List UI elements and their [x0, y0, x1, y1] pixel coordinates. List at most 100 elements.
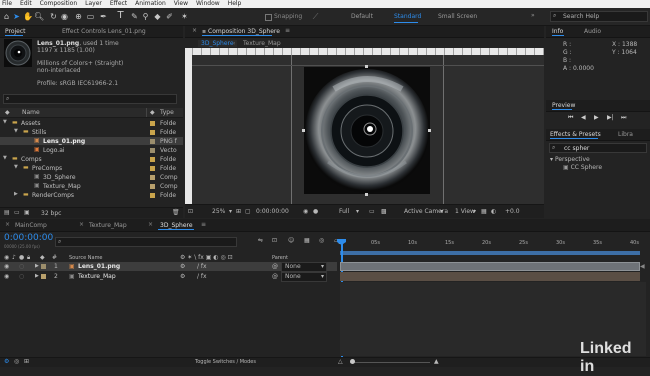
layer-handle-right[interactable]	[428, 129, 431, 132]
tab-audio[interactable]: Audio	[584, 28, 601, 35]
pan-behind-tool-icon[interactable]: ⊕	[74, 12, 83, 21]
effects-item[interactable]: ▣ CC Sphere	[563, 164, 602, 171]
trash-icon[interactable]: 🗑︎	[172, 209, 180, 216]
menu-item-animation[interactable]: Animation	[135, 0, 166, 8]
chevron-down-icon[interactable]: ▼	[3, 119, 7, 125]
search-help-field[interactable]: ⌕ Search Help	[550, 11, 648, 22]
transparency-icon[interactable]: ▩	[381, 208, 387, 215]
new-folder-icon[interactable]: ▭	[14, 209, 20, 216]
label-swatch[interactable]	[150, 184, 155, 189]
parent-dropdown[interactable]: None ▾	[281, 262, 327, 272]
toggle-switches-modes[interactable]: Toggle Switches / Modes	[195, 359, 256, 365]
play-icon[interactable]: ▶	[594, 114, 599, 121]
transfer-controls-icon[interactable]: ◎	[14, 358, 19, 365]
pickwhip-icon[interactable]: @	[272, 263, 278, 270]
tab-info[interactable]: Info	[552, 28, 563, 35]
tab-effect-controls[interactable]: Effect Controls Lens_01.png	[62, 28, 146, 35]
switch-shy-icon[interactable]: ⚙	[180, 263, 185, 270]
pen-tool-icon[interactable]: ✒	[99, 12, 108, 21]
snap-options-icon[interactable]: ⟋	[311, 12, 320, 21]
in-out-icon[interactable]: ⊞	[24, 358, 29, 365]
frame-blending-icon[interactable]: ▦	[304, 237, 310, 244]
tab-preview[interactable]: Preview	[552, 102, 575, 109]
close-icon[interactable]: ×	[79, 221, 84, 228]
grid-icon[interactable]: ⊞	[236, 208, 241, 215]
column-type[interactable]: Type	[160, 109, 174, 116]
subtab-texture-map[interactable]: Texture_Map	[243, 40, 281, 47]
project-item[interactable]: ▼ ▬ PreComps Folde	[0, 164, 183, 172]
column-source-name[interactable]: Source Name	[69, 255, 103, 261]
tab-effects-presets[interactable]: Effects & Presets	[550, 131, 601, 138]
switch-fx-icon[interactable]: / fx	[197, 273, 207, 280]
always-preview-icon[interactable]: ⊡	[188, 208, 193, 215]
close-icon[interactable]: ×	[192, 27, 197, 34]
layer-handle-left[interactable]	[302, 129, 305, 132]
switch-shy-icon[interactable]: ⚙	[180, 273, 185, 280]
snapping-checkbox[interactable]	[265, 14, 272, 21]
label-swatch[interactable]	[150, 139, 155, 144]
home-icon[interactable]: ⌂	[2, 12, 11, 21]
time-ruler[interactable]: 0s05s10s15s20s25s30s35s40s	[338, 239, 644, 251]
project-item[interactable]: ▣ Lens_01.png PNG f	[0, 137, 183, 145]
subtab-3d-sphere[interactable]: 3D_Sphere	[198, 40, 237, 47]
eye-icon[interactable]: ◉	[4, 263, 9, 270]
work-area-bar[interactable]	[340, 251, 640, 255]
tab-libraries[interactable]: Libra	[618, 131, 633, 138]
project-item[interactable]: ▼ ▬ Assets Folde	[0, 119, 183, 127]
close-icon[interactable]: ×	[148, 221, 153, 228]
reset-exposure-icon[interactable]: ◐	[491, 208, 496, 215]
column-name[interactable]: Name	[22, 109, 40, 116]
zoom-in-icon[interactable]: ▲	[434, 358, 439, 365]
layer-handle-bottom[interactable]	[365, 193, 368, 196]
chevron-right-icon[interactable]: ▶	[35, 273, 39, 279]
tab-maincomp[interactable]: MainComp	[15, 222, 47, 229]
views-dropdown[interactable]: 1 View	[455, 208, 475, 215]
roto-brush-tool-icon[interactable]: ✐	[165, 12, 174, 21]
project-item[interactable]: ▶ ▬ RenderComps Folde	[0, 191, 183, 199]
label-swatch[interactable]	[150, 121, 155, 126]
layer-handle-top[interactable]	[365, 65, 368, 68]
mask-icon[interactable]: ▢	[245, 208, 251, 215]
zoom-tool-icon[interactable]: 🔍︎	[34, 12, 44, 21]
previous-frame-icon[interactable]: ◀	[581, 114, 586, 121]
current-time[interactable]: 0:00:00:00	[256, 208, 289, 215]
menu-item-help[interactable]: Help	[228, 0, 242, 8]
layer-row[interactable]: ◉ ○ ▶ 2 ▣ Texture_Map ⚙ / fx @ None ▾	[0, 272, 337, 282]
tab-composition[interactable]: ▪ Composition 3D_Sphere	[202, 28, 280, 35]
label-swatch[interactable]	[150, 175, 155, 180]
tab-3d-sphere[interactable]: 3D_Sphere	[160, 222, 193, 229]
workspace-standard[interactable]: Standard	[394, 13, 421, 20]
project-item[interactable]: ▣ Logo.ai Vecto	[0, 146, 183, 154]
effects-search-input[interactable]: ⌕ cc spher	[549, 143, 647, 153]
comp-mini-flowchart-icon[interactable]: ⇋	[258, 237, 263, 244]
menu-item-file[interactable]: File	[2, 0, 12, 8]
lens-layer[interactable]	[304, 67, 430, 194]
timeline-search-input[interactable]: ⌕	[55, 237, 237, 247]
toggle-pixel-icon[interactable]: ▦	[481, 208, 487, 215]
workspace-small-screen[interactable]: Small Screen	[438, 13, 477, 20]
label-swatch[interactable]	[150, 157, 155, 162]
motion-blur-icon[interactable]: ◎	[319, 237, 324, 244]
timecode-display[interactable]: 0:00:00:00	[4, 233, 53, 243]
last-frame-icon[interactable]: ⏭	[621, 114, 626, 122]
bpc-label[interactable]: 32 bpc	[41, 210, 61, 217]
project-item[interactable]: ▼ ▬ Stills Folde	[0, 128, 183, 136]
draft-3d-icon[interactable]: ⊡	[272, 237, 277, 244]
zoom-slider-track[interactable]	[350, 362, 430, 363]
column-parent[interactable]: Parent	[272, 255, 288, 261]
next-frame-icon[interactable]: ▶|	[607, 114, 614, 121]
menu-item-window[interactable]: Window	[196, 0, 220, 8]
rotate-tool-icon[interactable]: ↻	[49, 12, 58, 21]
eraser-tool-icon[interactable]: ◆	[153, 12, 162, 21]
chevron-down-icon[interactable]: ▼	[14, 128, 18, 134]
zoom-slider-handle[interactable]	[350, 359, 355, 364]
chevron-right-icon[interactable]: ▶	[14, 191, 18, 197]
effects-category[interactable]: ▾ Perspective	[550, 156, 590, 163]
magnification-dropdown[interactable]: 25%	[212, 208, 225, 215]
panel-expand-icon[interactable]: ◀	[640, 263, 645, 270]
shy-layers-icon[interactable]: ☺	[288, 237, 294, 244]
pickwhip-icon[interactable]: @	[272, 273, 278, 280]
region-icon[interactable]: ▭	[369, 208, 375, 215]
project-item[interactable]: ▣ Texture_Map Comp	[0, 182, 183, 190]
first-frame-icon[interactable]: ⏮	[568, 114, 573, 122]
